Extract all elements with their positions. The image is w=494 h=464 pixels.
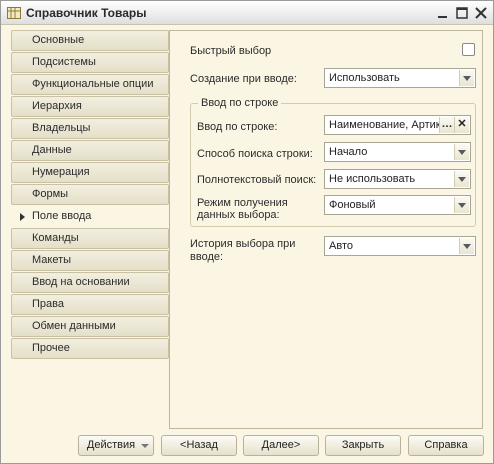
tab-functional-options[interactable]: Функциональные опции (11, 74, 169, 95)
search-mode-value: Начало (329, 146, 368, 158)
tab-label: Функциональные опции (32, 78, 154, 90)
tab-forms[interactable]: Формы (11, 184, 169, 205)
tab-label: Иерархия (32, 100, 82, 112)
tab-numbering[interactable]: Нумерация (11, 162, 169, 183)
tab-basic[interactable]: Основные (11, 30, 169, 51)
ellipsis-icon[interactable]: … (439, 117, 454, 133)
input-by-string-label: Ввод по строке: (197, 121, 278, 133)
history-label-line2: вводе: (190, 251, 224, 263)
tab-rights[interactable]: Права (11, 294, 169, 315)
input-by-string-field[interactable]: Наименование, Артик … ✕ (324, 115, 471, 135)
tab-templates[interactable]: Макеты (11, 250, 169, 271)
create-on-input-label: Создание при вводе: (190, 73, 297, 85)
help-label: Справка (424, 439, 468, 451)
tab-label: Обмен данными (32, 320, 116, 332)
tab-subsystems[interactable]: Подсистемы (11, 52, 169, 73)
tab-label: Прочее (32, 342, 70, 354)
tab-label: Формы (32, 188, 69, 200)
tab-label: Макеты (32, 254, 72, 266)
group-title: Ввод по строке (198, 97, 282, 109)
fulltext-search-label: Полнотекстовый поиск: (197, 174, 317, 186)
tab-label: Подсистемы (32, 56, 96, 68)
clear-icon[interactable]: ✕ (454, 117, 469, 133)
tab-label: Основные (32, 34, 85, 46)
back-label: <Назад (180, 439, 218, 451)
fulltext-search-select[interactable]: Не использовать (324, 169, 471, 189)
minimize-button[interactable] (434, 4, 452, 22)
tab-label: Команды (32, 232, 79, 244)
tab-commands[interactable]: Команды (11, 228, 169, 249)
tab-data-exchange[interactable]: Обмен данными (11, 316, 169, 337)
tab-input-field[interactable]: Поле ввода (11, 206, 169, 227)
active-tab-arrow-icon (20, 213, 25, 221)
fulltext-search-value: Не использовать (329, 173, 416, 185)
quick-choice-label: Быстрый выбор (190, 45, 272, 57)
search-mode-select[interactable]: Начало (324, 142, 471, 162)
title-bar: Справочник Товары (1, 1, 493, 25)
tab-label: Ввод на основании (32, 276, 130, 288)
data-mode-label-line2: данных выбора: (197, 209, 280, 221)
quick-choice-checkbox[interactable] (462, 43, 475, 56)
tab-data[interactable]: Данные (11, 140, 169, 161)
create-on-input-value: Использовать (329, 72, 400, 84)
chevron-down-icon[interactable] (454, 197, 469, 213)
history-value: Авто (329, 240, 353, 252)
close-label: Закрыть (341, 439, 385, 451)
chevron-down-icon[interactable] (454, 171, 469, 187)
chevron-down-icon[interactable] (459, 238, 474, 254)
tab-hierarchy[interactable]: Иерархия (11, 96, 169, 117)
input-by-string-value: Наименование, Артик (329, 119, 441, 131)
tab-label: Владельцы (32, 122, 91, 134)
chevron-down-icon (141, 444, 149, 448)
chevron-down-icon[interactable] (454, 144, 469, 160)
close-button[interactable]: Закрыть (325, 435, 401, 456)
close-window-button[interactable] (472, 4, 490, 22)
window-title: Справочник Товары (26, 6, 147, 20)
actions-label: Действия (86, 439, 136, 451)
input-field-panel: Быстрый выбор Создание при вводе: Исполь… (169, 30, 483, 429)
data-mode-select[interactable]: Фоновый (324, 195, 471, 215)
tab-label: Поле ввода (32, 210, 92, 222)
tab-label: Данные (32, 144, 72, 156)
back-button[interactable]: <Назад (161, 435, 237, 456)
tab-input-based-on[interactable]: Ввод на основании (11, 272, 169, 293)
minimize-icon (438, 16, 447, 18)
next-button[interactable]: Далее> (243, 435, 319, 456)
maximize-icon (456, 7, 468, 19)
catalog-icon (7, 7, 21, 19)
tab-label: Права (32, 298, 64, 310)
chevron-down-icon[interactable] (459, 70, 474, 86)
help-button[interactable]: Справка (408, 435, 484, 456)
history-label-line1: История выбора при (190, 238, 296, 250)
tab-other[interactable]: Прочее (11, 338, 169, 359)
window: Справочник Товары Основные Подсистемы Фу… (0, 0, 494, 464)
close-icon (475, 7, 487, 19)
next-label: Далее> (261, 439, 301, 451)
data-mode-label-line1: Режим получения (197, 197, 288, 209)
data-mode-value: Фоновый (329, 199, 376, 211)
tab-label: Нумерация (32, 166, 90, 178)
history-select[interactable]: Авто (324, 236, 476, 256)
create-on-input-select[interactable]: Использовать (324, 68, 476, 88)
actions-button[interactable]: Действия (78, 435, 154, 456)
maximize-button[interactable] (453, 4, 471, 22)
search-mode-label: Способ поиска строки: (197, 148, 313, 160)
tab-owners[interactable]: Владельцы (11, 118, 169, 139)
